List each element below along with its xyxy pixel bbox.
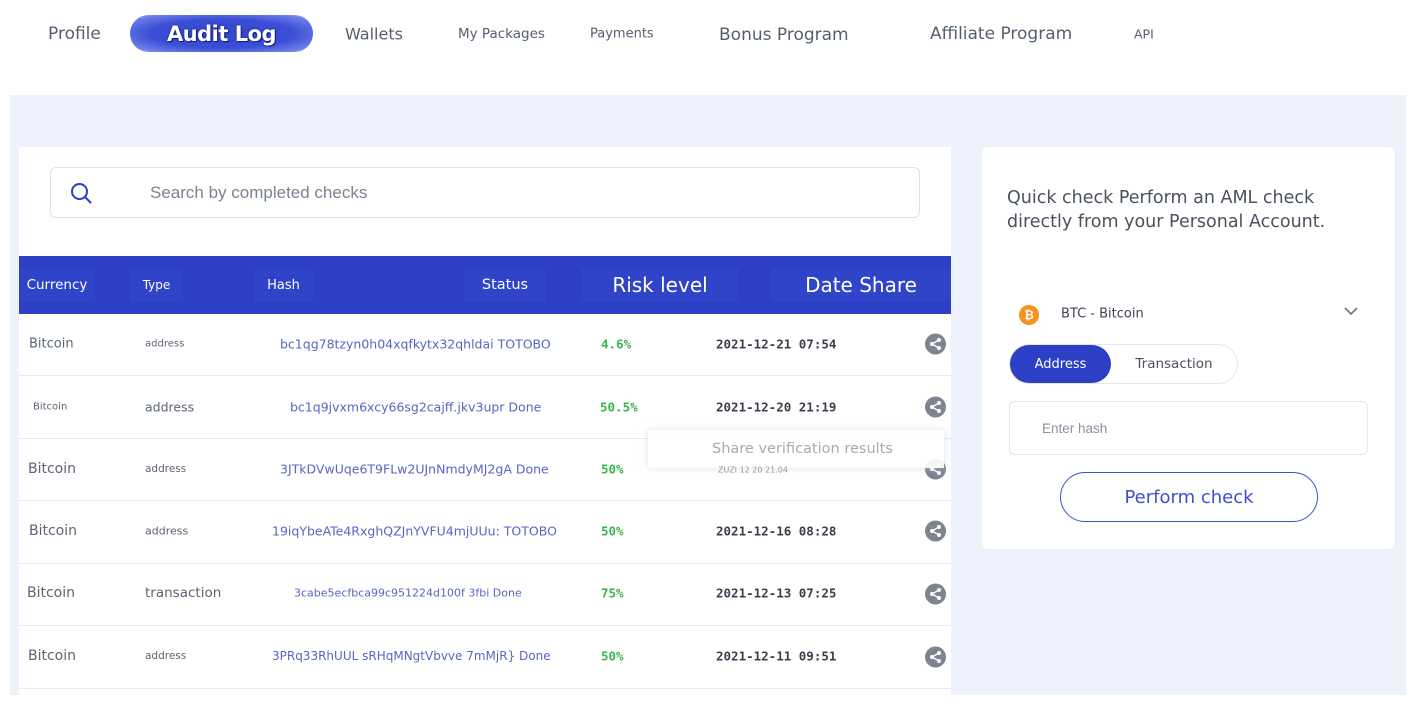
tab-address[interactable]: Address [1010, 345, 1111, 383]
cell-date: 2021-12-21 07:54 [716, 336, 837, 352]
th-hash[interactable]: Hash [254, 268, 313, 302]
cell-risk-level: 50.5% [600, 399, 638, 415]
cell-type: address [145, 463, 187, 475]
share-icon[interactable] [925, 396, 946, 418]
quick-check-title: Quick check Perform an AML check directl… [1007, 188, 1326, 232]
nav-audit-log[interactable]: Audit Log [130, 15, 313, 52]
cell-risk-level: 50% [601, 461, 624, 477]
cell-hash[interactable]: 19iqYbeATe4RxghQZJnYVFU4mjUUu: TOTOBO [272, 524, 557, 539]
chevron-down-icon[interactable] [1343, 305, 1359, 317]
cell-type: address [145, 338, 185, 350]
tab-transaction[interactable]: Transaction [1115, 345, 1233, 383]
th-date-share[interactable]: Date Share [771, 268, 951, 302]
cell-hash[interactable]: 3cabe5ecfbca99c951224d100f 3fbi Done [294, 587, 522, 600]
search-input[interactable] [150, 181, 850, 205]
cell-currency: Bitcoin [27, 585, 76, 601]
cell-hash[interactable]: 3JTkDVwUqe6T9FLw2UJnNmdyMJ2gA Done [280, 462, 549, 477]
nav-api[interactable]: API [1134, 27, 1154, 42]
hash-input[interactable] [1009, 401, 1368, 455]
cell-type: transaction [145, 585, 222, 601]
cell-currency: Bitcoin [29, 523, 78, 539]
search-icon [71, 183, 92, 204]
cell-date: 2021-12-20 21:19 [716, 399, 837, 415]
bitcoin-icon: ₿ [1019, 305, 1039, 325]
th-risk-level[interactable]: Risk level [581, 268, 739, 302]
cell-risk-level: 50% [601, 523, 624, 539]
cell-risk-level: 4.6% [601, 336, 632, 352]
cell-risk-level: 75% [601, 585, 624, 601]
nav-payments[interactable]: Payments [590, 27, 654, 42]
th-status[interactable]: Status [464, 268, 546, 302]
nav-bonus-program[interactable]: Bonus Program [719, 25, 849, 45]
share-tooltip-sub: ZUZI 12 20 21.04 [718, 465, 788, 475]
cell-hash[interactable]: bc1qg78tzyn0h04xqfkytx32qhldai TOTOBO [280, 337, 551, 352]
cell-hash[interactable]: bc1q9jvxm6xcy66sg2cajff.jkv3upr Done [290, 400, 541, 415]
cell-currency: Bitcoin [29, 336, 74, 352]
top-nav: Profile Audit Log Wallets My Packages Pa… [0, 0, 1422, 95]
cell-date: 2021-12-13 07:25 [716, 585, 837, 601]
cell-type: address [145, 524, 189, 538]
nav-affiliate-program[interactable]: Affiliate Program [930, 24, 1072, 44]
cell-hash[interactable]: 3PRq33RhUUL sRHqMNgtVbvve 7mMjR} Done [272, 649, 551, 663]
th-type[interactable]: Type [130, 268, 183, 302]
cell-currency: Bitcoin [28, 461, 77, 477]
nav-profile[interactable]: Profile [48, 24, 101, 44]
share-icon[interactable] [925, 520, 946, 542]
perform-check-button[interactable]: Perform check [1060, 472, 1318, 522]
cell-date: 2021-12-16 08:28 [716, 523, 837, 539]
th-currency[interactable]: Currency [19, 268, 95, 302]
cell-currency: Bitcoin [28, 648, 77, 664]
nav-wallets[interactable]: Wallets [345, 25, 403, 44]
cell-currency: Bitcoin [33, 401, 68, 413]
currency-select-label[interactable]: BTC - Bitcoin [1061, 307, 1144, 322]
share-icon[interactable] [925, 333, 946, 355]
cell-type: address [145, 399, 195, 415]
cell-date: 2021-12-11 09:51 [716, 648, 837, 664]
share-icon[interactable] [925, 646, 946, 668]
cell-type: address [145, 650, 187, 662]
share-icon[interactable] [925, 583, 946, 605]
nav-my-packages[interactable]: My Packages [458, 26, 545, 42]
cell-risk-level: 50% [601, 648, 624, 664]
share-tooltip-title: Share verification results [712, 441, 893, 457]
